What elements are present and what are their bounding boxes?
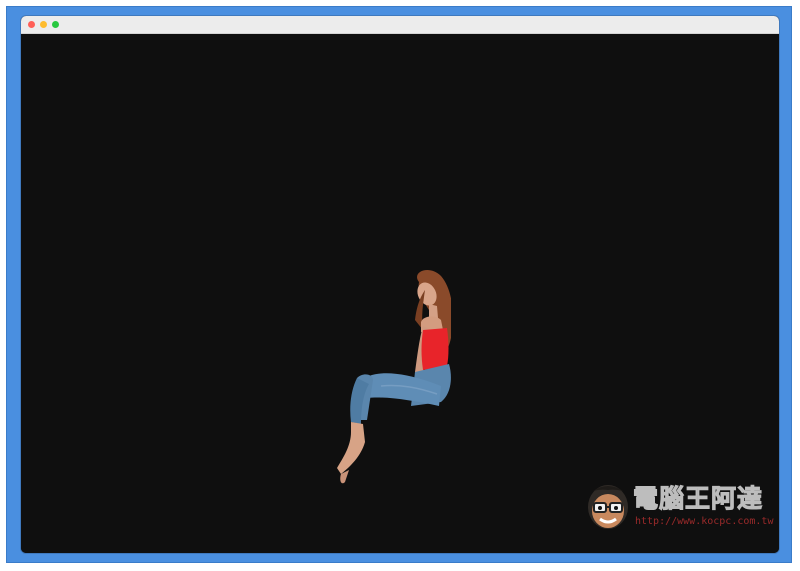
title-bar	[21, 16, 779, 34]
watermark-url: http://www.kocpc.com.tw	[635, 516, 774, 527]
watermark-title: 電腦王阿達	[632, 484, 764, 514]
content-area: 電腦王阿達 http://www.kocpc.com.tw	[21, 34, 779, 553]
maximize-window-button[interactable]	[52, 21, 59, 28]
watermark: 電腦王阿達 http://www.kocpc.com.tw	[585, 479, 775, 537]
minimize-window-button[interactable]	[40, 21, 47, 28]
browser-window: 電腦王阿達 http://www.kocpc.com.tw	[21, 16, 779, 553]
close-window-button[interactable]	[28, 21, 35, 28]
person-cutout-image	[337, 269, 451, 484]
mascot-face-icon	[588, 485, 628, 529]
